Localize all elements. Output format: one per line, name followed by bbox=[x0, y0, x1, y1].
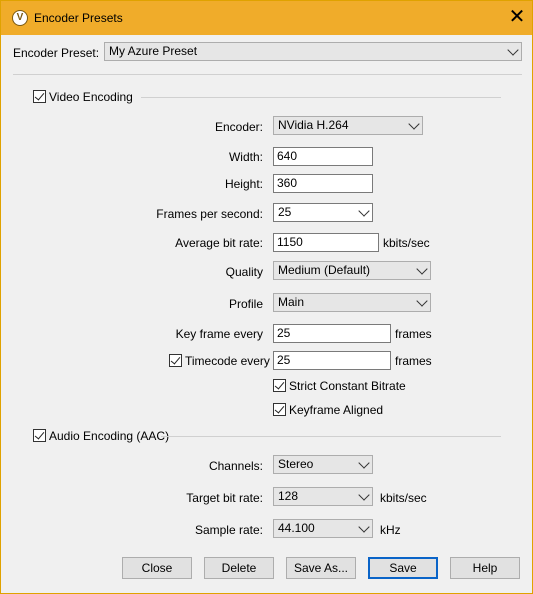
encoder-presets-dialog: V Encoder Presets ✕ Encoder Preset: My A… bbox=[0, 0, 533, 594]
video-encoding-checkbox[interactable] bbox=[33, 90, 46, 103]
channels-label: Channels: bbox=[208, 459, 263, 473]
profile-dropdown[interactable]: Main bbox=[273, 293, 431, 312]
encoder-value: NVidia H.264 bbox=[278, 118, 349, 132]
keyframe-unit: frames bbox=[395, 327, 432, 341]
fps-combobox[interactable]: 25 bbox=[273, 203, 373, 222]
chevron-down-icon bbox=[358, 521, 370, 533]
close-window-button[interactable]: ✕ bbox=[507, 5, 527, 29]
help-button[interactable]: Help bbox=[450, 557, 520, 579]
preset-dropdown[interactable]: My Azure Preset bbox=[104, 42, 522, 61]
quality-value: Medium (Default) bbox=[278, 263, 371, 277]
delete-button[interactable]: Delete bbox=[204, 557, 274, 579]
width-input[interactable]: 640 bbox=[273, 147, 373, 166]
title-bar[interactable]: V Encoder Presets ✕ bbox=[1, 1, 532, 35]
sample-rate-unit: kHz bbox=[380, 523, 401, 537]
video-encoding-label: Video Encoding bbox=[49, 90, 133, 104]
quality-dropdown[interactable]: Medium (Default) bbox=[273, 261, 431, 280]
keyframe-aligned-label: Keyframe Aligned bbox=[289, 403, 384, 417]
encoder-label: Encoder: bbox=[214, 120, 263, 134]
sample-rate-dropdown[interactable]: 44.100 bbox=[273, 519, 373, 538]
chevron-down-icon bbox=[358, 205, 370, 217]
audio-section-divider bbox=[161, 436, 501, 437]
chevron-down-icon bbox=[408, 118, 420, 130]
chevron-down-icon bbox=[416, 263, 428, 275]
target-bitrate-label: Target bit rate: bbox=[186, 491, 263, 505]
strict-cbr-label: Strict Constant Bitrate bbox=[289, 379, 406, 393]
chevron-down-icon bbox=[358, 457, 370, 469]
chevron-down-icon bbox=[507, 44, 519, 56]
avg-bitrate-input[interactable]: 1150 bbox=[273, 233, 379, 252]
channels-value: Stereo bbox=[278, 457, 314, 471]
profile-value: Main bbox=[278, 295, 305, 309]
timecode-unit: frames bbox=[395, 354, 432, 368]
app-logo-icon: V bbox=[12, 10, 28, 26]
save-button[interactable]: Save bbox=[368, 557, 438, 579]
close-button[interactable]: Close bbox=[122, 557, 192, 579]
strict-cbr-checkbox[interactable] bbox=[273, 379, 286, 392]
window-title: Encoder Presets bbox=[34, 11, 123, 25]
avg-bitrate-label: Average bit rate: bbox=[175, 236, 263, 250]
timecode-checkbox[interactable] bbox=[169, 354, 182, 367]
divider bbox=[13, 74, 522, 75]
avg-bitrate-unit: kbits/sec bbox=[383, 236, 430, 250]
timecode-label: Timecode every bbox=[185, 354, 270, 368]
preset-value: My Azure Preset bbox=[109, 44, 198, 58]
height-input[interactable]: 360 bbox=[273, 174, 373, 193]
sample-rate-label: Sample rate: bbox=[194, 523, 263, 537]
fps-label: Frames per second: bbox=[156, 207, 263, 221]
channels-dropdown[interactable]: Stereo bbox=[273, 455, 373, 474]
fps-value: 25 bbox=[278, 205, 292, 219]
height-label: Height: bbox=[224, 177, 263, 191]
keyframe-input[interactable]: 25 bbox=[273, 324, 391, 343]
target-bitrate-unit: kbits/sec bbox=[380, 491, 427, 505]
timecode-input[interactable]: 25 bbox=[273, 351, 391, 370]
keyframe-aligned-checkbox[interactable] bbox=[273, 403, 286, 416]
target-bitrate-dropdown[interactable]: 128 bbox=[273, 487, 373, 506]
video-section-divider bbox=[141, 97, 501, 98]
keyframe-label: Key frame every bbox=[175, 327, 263, 341]
target-bitrate-value: 128 bbox=[278, 489, 299, 503]
chevron-down-icon bbox=[358, 489, 370, 501]
save-as-button[interactable]: Save As... bbox=[286, 557, 356, 579]
preset-label: Encoder Preset: bbox=[13, 46, 100, 60]
sample-rate-value: 44.100 bbox=[278, 521, 315, 535]
encoder-dropdown[interactable]: NVidia H.264 bbox=[273, 116, 423, 135]
width-label: Width: bbox=[228, 150, 263, 164]
chevron-down-icon bbox=[416, 295, 428, 307]
quality-label: Quality bbox=[225, 265, 263, 279]
audio-encoding-checkbox[interactable] bbox=[33, 429, 46, 442]
profile-label: Profile bbox=[228, 297, 263, 311]
audio-encoding-label: Audio Encoding (AAC) bbox=[49, 429, 170, 443]
